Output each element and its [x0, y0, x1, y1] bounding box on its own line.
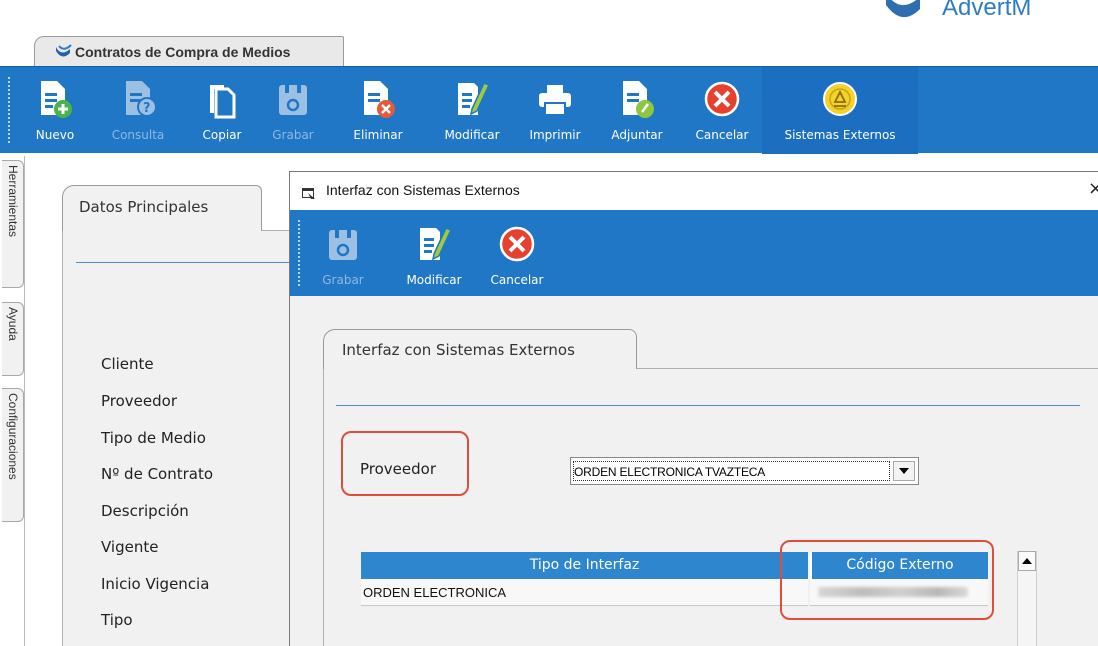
chevron-down-icon	[899, 468, 909, 474]
attach-icon	[617, 77, 657, 121]
field-label-numero-contrato: Nº de Contrato	[101, 465, 214, 483]
dialog-cancelar-label: Cancelar	[490, 273, 544, 287]
toolbar-grip[interactable]	[8, 77, 10, 143]
cell-tipo-interfaz[interactable]: ORDEN ELECTRONICA	[361, 579, 808, 606]
eliminar-label: Eliminar	[353, 128, 403, 142]
dialog-titlebar[interactable]: Interfaz con Sistemas Externos ×	[290, 172, 1098, 210]
dialog-toolbar: Grabar Modificar Cancelar	[290, 210, 1098, 296]
edit-document-icon	[452, 77, 492, 121]
modificar-button[interactable]: Modificar	[434, 67, 510, 154]
close-icon[interactable]: ×	[1088, 178, 1098, 199]
tab-datos-principales[interactable]: Datos Principales	[62, 185, 262, 231]
field-label-inicio-vigencia: Inicio Vigencia	[101, 575, 210, 593]
eliminar-button[interactable]: Eliminar	[348, 67, 408, 154]
query-document-icon: ?	[118, 77, 158, 121]
document-tab-title: Contratos de Compra de Medios	[75, 43, 291, 60]
field-label-proveedor: Proveedor	[101, 392, 177, 410]
field-label-cliente: Cliente	[101, 355, 154, 373]
side-tab-ayuda[interactable]: Ayuda	[2, 302, 24, 376]
dialog-cancelar-button[interactable]: Cancelar	[482, 212, 552, 299]
side-tab-label: Configuraciones	[6, 393, 20, 480]
grabar-label: Grabar	[272, 128, 314, 142]
brand-name: AdvertM	[942, 0, 1032, 21]
form-separator	[76, 262, 290, 263]
side-tab-configuraciones[interactable]: Configuraciones	[2, 388, 24, 522]
chevron-up-icon	[1022, 558, 1032, 564]
field-label-tipo: Tipo	[101, 611, 133, 629]
new-document-icon	[35, 77, 75, 121]
side-tab-label: Ayuda	[6, 307, 20, 341]
field-label-vigente: Vigente	[101, 538, 159, 556]
side-tab-label: Herramientas	[6, 165, 20, 238]
cancel-icon	[497, 222, 537, 266]
dialog-modificar-label: Modificar	[406, 273, 462, 287]
consulta-button[interactable]: ? Consulta	[102, 67, 174, 154]
save-icon	[323, 222, 363, 266]
sistemas-externos-label: Sistemas Externos	[784, 128, 896, 142]
modificar-label: Modificar	[444, 128, 500, 142]
side-tabs-edge	[24, 156, 25, 646]
grabar-button[interactable]: Grabar	[268, 67, 318, 154]
scroll-up-button[interactable]	[1018, 551, 1036, 571]
column-header-tipo-interfaz[interactable]: Tipo de Interfaz	[361, 552, 808, 579]
side-tab-herramientas[interactable]: Herramientas	[2, 160, 24, 288]
imprimir-button[interactable]: Imprimir	[522, 67, 588, 154]
panel-separator	[336, 405, 1080, 406]
dialog-grabar-button[interactable]: Grabar	[318, 212, 368, 299]
dropdown-arrow-button[interactable]	[893, 461, 915, 481]
save-icon	[273, 77, 313, 121]
print-icon	[535, 77, 575, 121]
sistemas-externos-dialog: Interfaz con Sistemas Externos × Grabar	[289, 171, 1098, 646]
sistemas-externos-button[interactable]: Sistemas Externos	[762, 67, 918, 154]
copy-icon	[202, 77, 242, 121]
consulta-label: Consulta	[111, 128, 165, 142]
brand-logo-icon	[55, 44, 72, 58]
brand-logo: AdvertM	[880, 0, 1031, 21]
adjuntar-button[interactable]: Adjuntar	[604, 67, 670, 154]
svg-text:?: ?	[143, 101, 151, 116]
cancel-icon	[702, 77, 742, 121]
nuevo-button[interactable]: Nuevo	[30, 67, 80, 154]
proveedor-select-value: ORDEN ELECTRONICA TVAZTECA	[573, 461, 890, 481]
dialog-grabar-label: Grabar	[322, 273, 364, 287]
delete-document-icon	[358, 77, 398, 121]
cancelar-button[interactable]: Cancelar	[684, 67, 760, 154]
dialog-modificar-button[interactable]: Modificar	[396, 212, 472, 299]
brand-logo-icon	[880, 0, 932, 19]
cancelar-label: Cancelar	[695, 128, 749, 142]
adjuntar-label: Adjuntar	[611, 128, 663, 142]
imprimir-label: Imprimir	[529, 128, 581, 142]
edit-document-icon	[414, 222, 454, 266]
field-label-tipo-medio: Tipo de Medio	[101, 429, 206, 447]
window-icon	[302, 185, 316, 199]
nuevo-label: Nuevo	[35, 128, 75, 142]
field-label-descripcion: Descripción	[101, 502, 189, 520]
tab-interfaz-sistemas-externos[interactable]: Interfaz con Sistemas Externos	[323, 329, 637, 369]
toolbar-grip[interactable]	[298, 220, 300, 286]
main-toolbar: Nuevo ? Consulta Copiar Grabar Eliminar …	[0, 66, 1098, 154]
copiar-button[interactable]: Copiar	[192, 67, 252, 154]
dialog-title: Interfaz con Sistemas Externos	[326, 182, 520, 198]
grid-scrollbar[interactable]	[1017, 551, 1037, 646]
copiar-label: Copiar	[202, 128, 242, 142]
proveedor-label: Proveedor	[360, 460, 436, 478]
proveedor-select[interactable]: ORDEN ELECTRONICA TVAZTECA	[570, 457, 919, 485]
highlight-codigo-externo	[780, 540, 994, 620]
document-tab[interactable]: Contratos de Compra de Medios	[34, 36, 344, 66]
external-systems-icon	[820, 77, 860, 121]
